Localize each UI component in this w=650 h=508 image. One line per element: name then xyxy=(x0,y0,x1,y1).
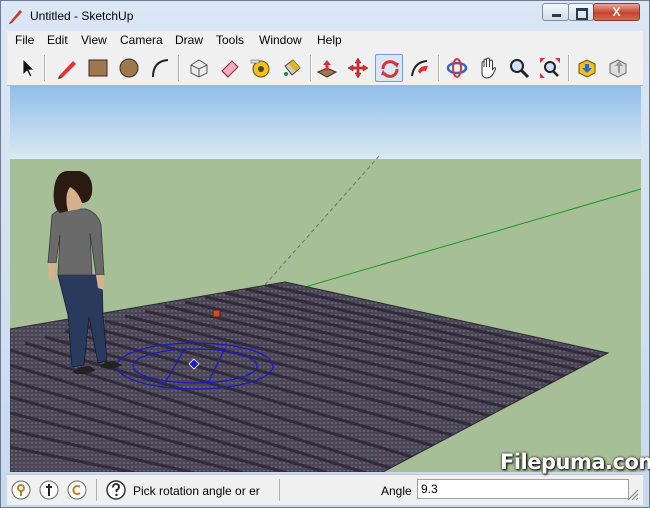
menu-edit[interactable]: Edit xyxy=(47,33,68,47)
magnifier-icon xyxy=(510,59,530,79)
paint-bucket-icon xyxy=(284,59,301,76)
measurements-label: Angle xyxy=(381,484,412,498)
close-button[interactable]: X xyxy=(593,3,640,21)
help-icon[interactable] xyxy=(106,480,126,500)
push-pull-icon xyxy=(316,60,338,78)
circle-tool-button[interactable] xyxy=(115,54,143,82)
rotation-end-point[interactable] xyxy=(212,309,221,318)
select-tool-button[interactable] xyxy=(14,54,42,82)
arc-icon xyxy=(152,59,169,78)
tape-measure-icon xyxy=(250,59,270,78)
menu-help[interactable]: Help xyxy=(317,33,342,47)
share-model-tool-button[interactable] xyxy=(604,54,632,82)
share-model-icon xyxy=(609,59,627,78)
copyright-icon[interactable] xyxy=(67,480,87,500)
line-tool-button[interactable] xyxy=(53,54,81,82)
sky xyxy=(10,85,641,159)
minimize-button[interactable] xyxy=(542,3,569,21)
status-bar: Pick rotation angle or er Angle 9.3 xyxy=(7,474,643,505)
get-models-tool-button[interactable] xyxy=(573,54,601,82)
circle-icon xyxy=(119,58,139,78)
zoom-tool-button[interactable] xyxy=(505,54,533,82)
scene-canvas[interactable] xyxy=(10,85,641,472)
drawing-viewport[interactable] xyxy=(10,85,641,472)
credits-icon[interactable] xyxy=(39,480,59,500)
pencil-icon xyxy=(58,61,76,79)
rotate-tool-button[interactable] xyxy=(375,54,403,82)
status-message: Pick rotation angle or er xyxy=(133,484,260,498)
close-icon: X xyxy=(612,5,621,19)
tape-measure-tool-button[interactable] xyxy=(247,54,275,82)
app-window: Untitled - SketchUp X File Edit View Cam… xyxy=(0,0,650,508)
menu-file[interactable]: File xyxy=(15,33,34,47)
maximize-button[interactable] xyxy=(568,3,594,21)
rotate-icon xyxy=(381,60,399,78)
move-arrows-icon xyxy=(347,57,369,79)
zoom-extents-tool-button[interactable] xyxy=(536,54,564,82)
rectangle-tool-button[interactable] xyxy=(84,54,112,82)
get-models-icon xyxy=(578,59,596,78)
follow-me-tool-button[interactable] xyxy=(406,54,434,82)
window-title: Untitled - SketchUp xyxy=(30,9,134,23)
follow-me-icon xyxy=(411,60,428,77)
push-pull-tool-button[interactable] xyxy=(313,54,341,82)
eraser-tool-button[interactable] xyxy=(216,54,244,82)
menu-view[interactable]: View xyxy=(81,33,107,47)
zoom-extents-icon xyxy=(540,58,560,78)
sketchup-app-icon xyxy=(9,10,22,24)
arc-tool-button[interactable] xyxy=(146,54,174,82)
geo-location-icon[interactable] xyxy=(11,480,31,500)
menu-tools[interactable]: Tools xyxy=(216,33,244,47)
paint-bucket-tool-button[interactable] xyxy=(278,54,306,82)
rectangle-icon xyxy=(88,59,108,77)
hand-icon xyxy=(481,57,497,79)
measurements-input[interactable]: 9.3 xyxy=(417,479,629,499)
menu-draw[interactable]: Draw xyxy=(175,33,203,47)
make-component-tool-button[interactable] xyxy=(185,54,213,82)
cursor-arrow-icon xyxy=(22,58,35,78)
main-toolbar xyxy=(7,51,643,86)
component-box-icon xyxy=(190,59,208,78)
title-bar[interactable]: Untitled - SketchUp X xyxy=(1,1,649,31)
orbit-tool-button[interactable] xyxy=(443,54,471,82)
eraser-icon xyxy=(221,60,239,78)
pan-tool-button[interactable] xyxy=(474,54,502,82)
menu-window[interactable]: Window xyxy=(259,33,302,47)
move-tool-button[interactable] xyxy=(344,54,372,82)
orbit-icon xyxy=(446,58,468,78)
resize-grip-icon[interactable] xyxy=(625,487,639,501)
watermark-text: Filepuma.com xyxy=(500,450,650,474)
menu-camera[interactable]: Camera xyxy=(120,33,163,47)
menu-bar: File Edit View Camera Draw Tools Window … xyxy=(7,31,643,52)
